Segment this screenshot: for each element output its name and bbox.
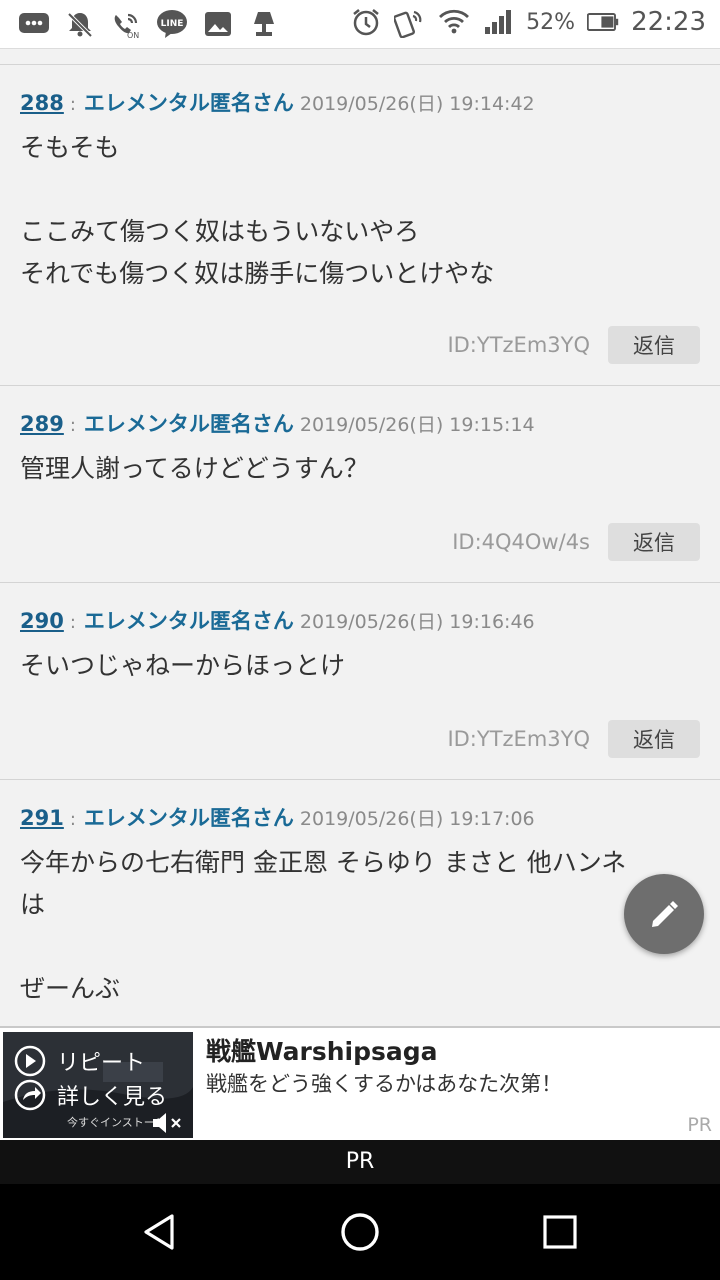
clock: 22:23 bbox=[631, 7, 706, 37]
gallery-icon bbox=[202, 8, 234, 40]
signal-icon bbox=[482, 6, 514, 38]
post-separator: : bbox=[69, 94, 76, 115]
battery-percent: 52% bbox=[526, 9, 576, 35]
wifi-calling-icon: ON bbox=[110, 8, 142, 40]
post-line bbox=[20, 169, 700, 211]
post-body: 今年からの七右衛門 金正恩 そらゆり まさと 他ハンネ は ぜーんぶ bbox=[20, 842, 700, 1010]
post-line: そもそも bbox=[20, 133, 120, 162]
reply-button[interactable]: 返信 bbox=[608, 523, 700, 561]
battery-icon bbox=[587, 6, 619, 38]
recents-button[interactable] bbox=[536, 1208, 584, 1256]
notifications-off-icon bbox=[64, 8, 96, 40]
poster-name: エレメンタル匿名さん bbox=[83, 609, 294, 633]
post-line bbox=[20, 926, 700, 968]
poster-id: ID:YTzEm3YQ bbox=[447, 333, 590, 357]
poster-name: エレメンタル匿名さん bbox=[83, 806, 294, 830]
ad-thumbnail[interactable]: リピート 詳しく見る 今すぐインストール bbox=[3, 1032, 193, 1138]
post-291: 291 : エレメンタル匿名さん 2019/05/26(日) 19:17:06 … bbox=[0, 779, 720, 1040]
post-footer: ID:YTzEm3YQ 返信 bbox=[447, 720, 700, 758]
post-date: 2019/05/26(日) 19:17:06 bbox=[299, 808, 535, 830]
post-footer: ID:YTzEm3YQ 返信 bbox=[447, 326, 700, 364]
play-icon bbox=[14, 1045, 46, 1077]
post-line: は bbox=[20, 890, 46, 919]
post-number-link[interactable]: 289 bbox=[20, 412, 64, 436]
post-line: そいつじゃねーからほっとけ bbox=[20, 651, 346, 680]
line-app-icon: LINE bbox=[156, 8, 188, 40]
post-date: 2019/05/26(日) 19:14:42 bbox=[299, 93, 535, 115]
post-number-link[interactable]: 288 bbox=[20, 91, 64, 115]
post-line: それでも傷つく奴は勝手に傷ついとけやな bbox=[20, 259, 495, 288]
navigation-bar bbox=[0, 1184, 720, 1280]
post-number-link[interactable]: 291 bbox=[20, 806, 64, 830]
home-icon bbox=[341, 1213, 379, 1251]
post-289: 289 : エレメンタル匿名さん 2019/05/26(日) 19:15:14 … bbox=[0, 385, 720, 582]
poster-id: ID:4Q4Ow/4s bbox=[452, 530, 590, 554]
poster-name: エレメンタル匿名さん bbox=[83, 412, 294, 436]
line-label: LINE bbox=[161, 19, 184, 29]
post-header: 291 : エレメンタル匿名さん 2019/05/26(日) 19:17:06 bbox=[20, 802, 535, 832]
ad-banner[interactable]: リピート 詳しく見る 今すぐインストール 戦艦Warshipsaga 戦艦をどう… bbox=[0, 1026, 720, 1142]
nfc-icon bbox=[394, 6, 426, 38]
post-290: 290 : エレメンタル匿名さん 2019/05/26(日) 19:16:46 … bbox=[0, 582, 720, 779]
poster-name: エレメンタル匿名さん bbox=[83, 91, 294, 115]
mute-icon[interactable] bbox=[151, 1112, 185, 1134]
ad-details-row[interactable]: 詳しく見る bbox=[13, 1078, 167, 1112]
ad-pr-label: PR bbox=[687, 1114, 712, 1136]
post-separator: : bbox=[69, 415, 76, 436]
status-bar: ON LINE 52% 22:23 bbox=[0, 0, 720, 49]
poster-id: ID:YTzEm3YQ bbox=[447, 727, 590, 751]
post-line: ぜーんぶ bbox=[20, 974, 121, 1003]
post-header: 288 : エレメンタル匿名さん 2019/05/26(日) 19:14:42 bbox=[20, 87, 535, 117]
post-separator: : bbox=[69, 612, 76, 633]
compose-button[interactable] bbox=[624, 874, 704, 954]
wifi-icon bbox=[438, 6, 470, 38]
post-date: 2019/05/26(日) 19:15:14 bbox=[299, 414, 535, 436]
post-line: 管理人謝ってるけどどうすん？ bbox=[20, 454, 369, 483]
post-body: 管理人謝ってるけどどうすん？ bbox=[20, 448, 700, 490]
reply-button[interactable]: 返信 bbox=[608, 326, 700, 364]
thread-posts: 288 : エレメンタル匿名さん 2019/05/26(日) 19:14:42 … bbox=[0, 64, 720, 1040]
post-number-link[interactable]: 290 bbox=[20, 609, 64, 633]
post-line: 今年からの七右衛門 金正恩 そらゆり まさと 他ハンネ bbox=[20, 848, 627, 877]
post-footer: ID:4Q4Ow/4s 返信 bbox=[452, 523, 700, 561]
reply-button[interactable]: 返信 bbox=[608, 720, 700, 758]
message-icon bbox=[18, 8, 50, 40]
post-separator: : bbox=[69, 809, 76, 830]
lamp-icon bbox=[248, 8, 280, 40]
post-288: 288 : エレメンタル匿名さん 2019/05/26(日) 19:14:42 … bbox=[0, 64, 720, 385]
post-line: ここみて傷つく奴はもういないやろ bbox=[20, 217, 420, 246]
home-button[interactable] bbox=[336, 1208, 384, 1256]
alarm-icon bbox=[350, 6, 382, 38]
back-button[interactable] bbox=[136, 1208, 184, 1256]
post-header: 289 : エレメンタル匿名さん 2019/05/26(日) 19:15:14 bbox=[20, 408, 535, 438]
back-icon bbox=[144, 1214, 174, 1250]
post-body: そもそも ここみて傷つく奴はもういないやろ それでも傷つく奴は勝手に傷ついとけや… bbox=[20, 127, 700, 295]
ad-description: 戦艦をどう強くするかはあなた次第！ bbox=[206, 1072, 563, 1096]
ad-replay-row[interactable]: リピート bbox=[13, 1044, 145, 1078]
post-header: 290 : エレメンタル匿名さん 2019/05/26(日) 19:16:46 bbox=[20, 605, 535, 635]
post-date: 2019/05/26(日) 19:16:46 bbox=[299, 611, 535, 633]
ad-replay-label: リピート bbox=[57, 1051, 146, 1076]
wifi-calling-label: ON bbox=[127, 31, 139, 39]
ad-title[interactable]: 戦艦Warshipsaga bbox=[206, 1032, 438, 1068]
post-body: そいつじゃねーからほっとけ bbox=[20, 645, 700, 687]
pr-strip: PR bbox=[0, 1140, 720, 1184]
recents-icon bbox=[543, 1215, 577, 1249]
share-arrow-icon bbox=[14, 1079, 46, 1111]
ad-details-label: 詳しく見る bbox=[57, 1085, 168, 1110]
pencil-icon bbox=[652, 901, 678, 927]
